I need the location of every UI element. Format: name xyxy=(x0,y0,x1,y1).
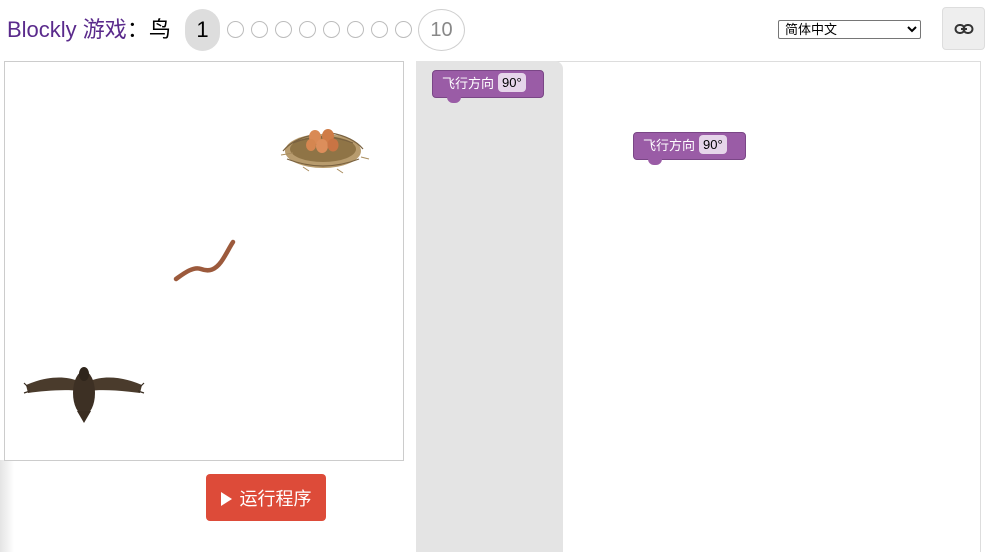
run-program-button[interactable]: 运行程序 xyxy=(206,474,326,521)
language-select[interactable]: 简体中文 xyxy=(778,20,921,39)
bird-icon xyxy=(23,367,145,423)
block-label: 飞行方向 xyxy=(643,138,696,153)
title-separator: ： xyxy=(126,17,149,42)
link-icon xyxy=(954,24,974,34)
angle-field[interactable]: 90° xyxy=(498,73,526,92)
play-icon xyxy=(220,491,232,506)
brand-link[interactable]: Blockly 游戏 xyxy=(7,17,127,42)
worm-icon xyxy=(173,239,236,282)
level-5-dot[interactable] xyxy=(299,21,316,38)
flyout-fly-heading-block[interactable]: 飞行方向 90° xyxy=(432,70,544,103)
level-8-dot[interactable] xyxy=(371,21,388,38)
level-last[interactable]: 10 xyxy=(418,9,465,51)
level-current[interactable]: 1 xyxy=(185,9,220,51)
link-button[interactable] xyxy=(942,7,985,50)
block-label: 飞行方向 xyxy=(442,76,495,91)
panel-shadow xyxy=(0,460,14,552)
level-3-dot[interactable] xyxy=(251,21,268,38)
game-name: 鸟 xyxy=(148,17,171,42)
game-canvas xyxy=(4,61,404,461)
level-9-dot[interactable] xyxy=(395,21,412,38)
level-4-dot[interactable] xyxy=(275,21,292,38)
run-button-label: 运行程序 xyxy=(239,488,312,509)
level-7-dot[interactable] xyxy=(347,21,364,38)
workspace-fly-heading-block[interactable]: 飞行方向 90° xyxy=(633,132,746,165)
angle-field[interactable]: 90° xyxy=(699,135,727,154)
app-title: Blockly 游戏：鸟 xyxy=(7,16,171,44)
level-6-dot[interactable] xyxy=(323,21,340,38)
block-toolbox-flyout[interactable] xyxy=(416,61,563,552)
nest-icon xyxy=(280,129,370,174)
level-2-dot[interactable] xyxy=(227,21,244,38)
